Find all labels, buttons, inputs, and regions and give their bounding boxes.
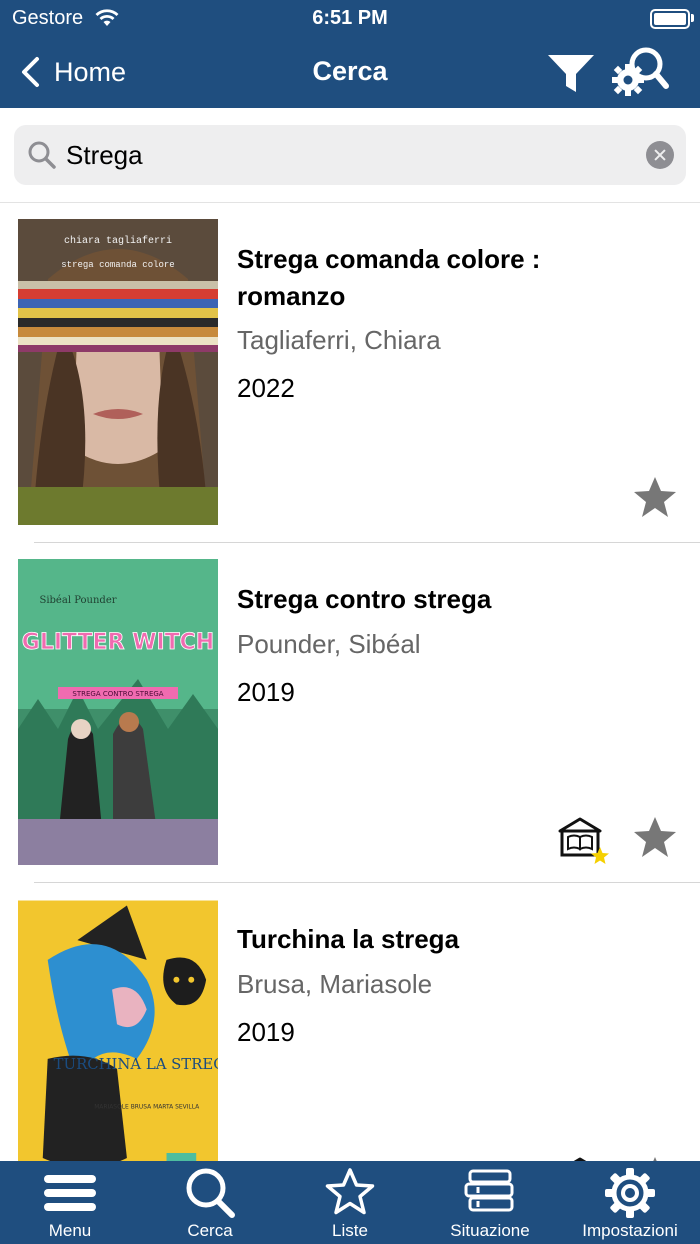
tab-menu[interactable]: Menu xyxy=(0,1161,140,1244)
result-row[interactable]: Sibéal Pounder GLITTER WITCH STREGA CONT… xyxy=(0,543,700,883)
chevron-left-icon xyxy=(22,57,39,87)
back-button[interactable]: Home xyxy=(20,50,126,94)
book-cover-image: TURCHINA LA STREGA MARIASOLE BRUSA MARTA… xyxy=(18,900,218,1161)
advanced-search-gear-icon[interactable] xyxy=(610,44,670,100)
book-author: Tagliaferri, Chiara xyxy=(237,325,441,355)
cover-text-subtitle: STREGA CONTRO STREGA xyxy=(72,690,163,698)
tab-label: Cerca xyxy=(187,1221,233,1240)
cover-text-author: chiara tagliaferri xyxy=(64,235,172,247)
book-cover-image: chiara tagliaferri strega comanda colore xyxy=(18,219,218,525)
star-icon[interactable] xyxy=(632,475,678,519)
tab-label: Menu xyxy=(48,1221,92,1240)
tab-situazione[interactable]: Situazione xyxy=(420,1161,560,1244)
search-field xyxy=(14,125,686,185)
books-icon xyxy=(464,1169,514,1212)
tab-bar: Menu Cerca Liste Situazione Impostazioni xyxy=(0,1161,700,1244)
tab-impostazioni[interactable]: Impostazioni xyxy=(560,1161,700,1244)
book-author: Pounder, Sibéal xyxy=(237,629,421,659)
search-input[interactable] xyxy=(66,133,636,177)
book-title: Turchina la strega xyxy=(237,924,460,954)
cover-text-main: GLITTER WITCH xyxy=(22,630,214,655)
book-author: Brusa, Mariasole xyxy=(237,969,433,999)
star-outline-icon xyxy=(325,1168,375,1215)
book-cover-image: Sibéal Pounder GLITTER WITCH STREGA CONT… xyxy=(18,559,218,865)
tab-cerca[interactable]: Cerca xyxy=(140,1161,280,1244)
tab-liste[interactable]: Liste xyxy=(280,1161,420,1244)
cover-text-author: Sibéal Pounder xyxy=(39,595,116,606)
cover-text-main: TURCHINA LA STREGA xyxy=(54,1055,218,1073)
tab-label: Situazione xyxy=(450,1221,530,1240)
book-title: Strega comanda colore : romanzo xyxy=(237,244,541,311)
search-icon xyxy=(186,1168,235,1218)
cover-text-subtitle: MARIASOLE BRUSA MARTA SEVILLA xyxy=(94,1103,200,1110)
clock: 6:51 PM xyxy=(312,7,388,29)
cover-text-title: strega comanda colore xyxy=(61,260,174,270)
back-button-label: Home xyxy=(54,56,127,87)
tab-label: Liste xyxy=(332,1221,368,1240)
book-title: Strega contro strega xyxy=(237,584,492,614)
star-icon[interactable] xyxy=(632,815,678,859)
filter-icon[interactable] xyxy=(546,52,596,96)
library-star-icon[interactable] xyxy=(556,815,612,867)
battery-icon xyxy=(650,9,690,29)
results-list: chiara tagliaferri strega comanda colore… xyxy=(0,203,700,1161)
book-year: 2019 xyxy=(237,677,295,707)
menu-icon xyxy=(44,1175,96,1211)
book-year: 2019 xyxy=(237,1017,295,1047)
search-icon xyxy=(28,141,56,169)
search-area xyxy=(0,108,700,203)
result-row[interactable]: chiara tagliaferri strega comanda colore… xyxy=(0,203,700,543)
status-bar: Gestore 6:51 PM xyxy=(0,0,700,36)
result-row[interactable]: TURCHINA LA STREGA MARIASOLE BRUSA MARTA… xyxy=(0,883,700,1161)
book-year: 2022 xyxy=(237,373,295,403)
gear-icon xyxy=(605,1168,655,1218)
navigation-bar: Home Cerca xyxy=(0,36,700,108)
clear-search-button[interactable] xyxy=(646,141,674,169)
battery-tip xyxy=(691,14,694,22)
tab-label: Impostazioni xyxy=(582,1221,678,1240)
